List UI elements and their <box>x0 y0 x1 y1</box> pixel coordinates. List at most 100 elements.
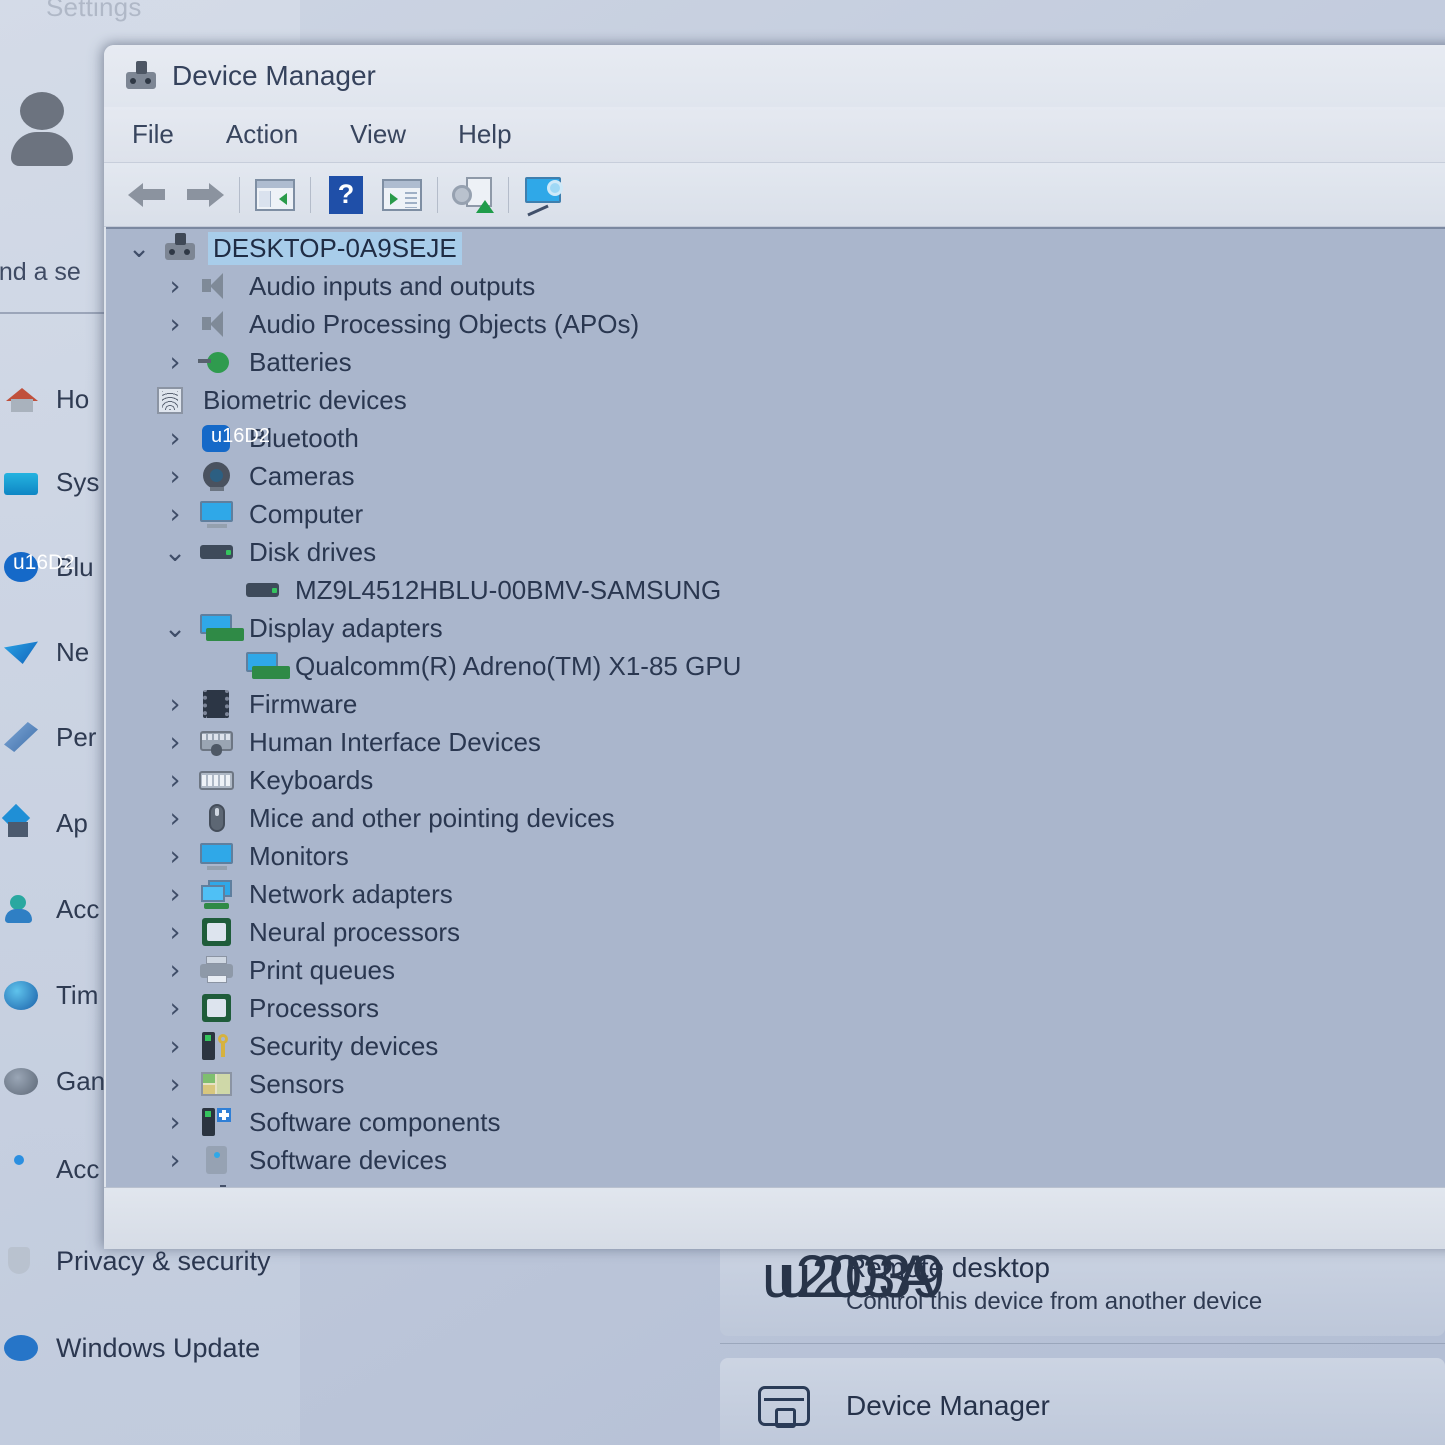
tree-item-security-devices[interactable]: › Security devices <box>106 1027 1445 1065</box>
chevron-right-icon[interactable]: › <box>152 691 198 718</box>
chevron-right-icon[interactable]: › <box>152 349 198 376</box>
chevron-right-icon[interactable]: › <box>152 995 198 1022</box>
tree-item-desktop-root[interactable]: ⌄ DESKTOP-0A9SEJE <box>106 229 1445 267</box>
tree-item-qualcomm-gpu[interactable]: Qualcomm(R) Adreno(TM) X1-85 GPU <box>106 647 1445 685</box>
tree-item-label: Biometric devices <box>203 384 407 415</box>
tree-item-audio-processing-objects[interactable]: › Audio Processing Objects (APOs) <box>106 305 1445 343</box>
device-tree-view[interactable]: ⌄ DESKTOP-0A9SEJE › Audio inputs and out… <box>106 227 1445 1187</box>
sidebar-item-label: Ap <box>56 807 88 838</box>
tree-item-neural-processors[interactable]: › Neural processors <box>106 913 1445 951</box>
tree-item-software-devices[interactable]: › Software devices <box>106 1141 1445 1179</box>
sidebar-item-label: Windows Update <box>56 1332 261 1363</box>
search-input[interactable]: Find a se <box>0 258 106 287</box>
chevron-down-icon[interactable]: ⌄ <box>116 235 162 262</box>
tree-item-label: Print queues <box>249 954 395 985</box>
tree-item-samsung-disk[interactable]: MZ9L4512HBLU-00BMV-SAMSUNG <box>106 571 1445 609</box>
speaker-icon <box>198 309 236 339</box>
properties-button[interactable] <box>374 169 430 221</box>
forward-button[interactable] <box>176 169 232 221</box>
menu-file[interactable]: File <box>126 115 180 154</box>
tree-item-computer[interactable]: › Computer <box>106 495 1445 533</box>
accounts-icon <box>4 894 38 924</box>
tree-item-monitors[interactable]: › Monitors <box>106 837 1445 875</box>
chevron-placeholder <box>198 577 244 604</box>
menu-bar: File Action View Help <box>104 107 1445 163</box>
chevron-down-icon[interactable]: ⌄ <box>152 539 198 566</box>
tree-item-batteries[interactable]: › Batteries <box>106 343 1445 381</box>
tree-item-label: Monitors <box>249 840 349 871</box>
tree-item-human-interface-devices[interactable]: › Human Interface Devices <box>106 723 1445 761</box>
chevron-right-icon[interactable]: › <box>152 1109 198 1136</box>
battery-icon <box>198 347 236 377</box>
fingerprint-icon <box>152 385 190 415</box>
chevron-right-icon[interactable]: › <box>152 767 198 794</box>
monitor-icon <box>198 841 236 871</box>
chevron-right-icon[interactable]: › <box>152 463 198 490</box>
sidebar-item-windows-update[interactable]: Windows Update <box>0 1325 420 1371</box>
chevron-right-icon[interactable]: › <box>152 805 198 832</box>
tree-item-display-adapters[interactable]: ⌄ Display adapters <box>106 609 1445 647</box>
chevron-right-icon[interactable]: › <box>152 957 198 984</box>
tree-item-biometric-devices[interactable]: › Biometric devices <box>106 381 1445 419</box>
hid-icon <box>198 727 236 757</box>
tree-item-disk-drives[interactable]: ⌄ Disk drives <box>106 533 1445 571</box>
chevron-right-icon[interactable]: › <box>152 1147 198 1174</box>
bluetooth-icon <box>198 423 270 453</box>
tree-item-mice-pointing-devices[interactable]: › Mice and other pointing devices <box>106 799 1445 837</box>
tree-item-label: Keyboards <box>249 764 374 795</box>
privacy-shield-icon <box>4 1246 38 1276</box>
chip-icon <box>198 917 236 947</box>
sidebar-item-label: Sys <box>56 466 100 497</box>
chevron-right-icon[interactable]: › <box>152 919 198 946</box>
disk-drive-icon <box>244 575 282 605</box>
tree-item-bluetooth[interactable]: › Bluetooth <box>106 419 1445 457</box>
computer-root-icon <box>162 233 200 263</box>
tree-item-cameras[interactable]: › Cameras <box>106 457 1445 495</box>
tree-item-label: Firmware <box>249 688 358 719</box>
tree-item-sensors[interactable]: › Sensors <box>106 1065 1445 1103</box>
menu-action[interactable]: Action <box>220 115 304 154</box>
gaming-icon <box>4 1067 38 1095</box>
window-titlebar[interactable]: Device Manager <box>104 45 1445 107</box>
toolbar-separator <box>239 176 240 213</box>
device-manager-card[interactable]: Device Manager <box>720 1358 1445 1445</box>
tree-item-label: Network adapters <box>249 878 453 909</box>
chevron-right-icon[interactable]: › <box>152 1071 198 1098</box>
menu-help[interactable]: Help <box>452 115 517 154</box>
tree-item-network-adapters[interactable]: › Network adapters <box>106 875 1445 913</box>
tree-item-label: Security devices <box>249 1030 439 1061</box>
tree-item-label: Computer <box>249 498 364 529</box>
chevron-right-icon[interactable]: › <box>152 729 198 756</box>
update-driver-button[interactable] <box>445 169 501 221</box>
avatar[interactable] <box>8 92 74 166</box>
window-title: Device Manager <box>172 60 376 91</box>
scan-hardware-changes-button[interactable] <box>516 169 572 221</box>
chevron-right-icon[interactable]: › <box>152 843 198 870</box>
tree-item-firmware[interactable]: › Firmware <box>106 685 1445 723</box>
update-driver-icon <box>452 176 494 213</box>
tree-item-sound-video-game-controllers[interactable]: › Sound, video and game controllers <box>106 1179 1445 1187</box>
sidebar-item-label: Ho <box>56 383 90 414</box>
time-language-icon <box>4 980 38 1010</box>
scan-monitor-icon <box>523 176 565 216</box>
chevron-right-icon[interactable]: › <box>152 501 198 528</box>
show-hide-console-tree-button[interactable] <box>247 169 303 221</box>
chevron-right-icon[interactable]: › <box>152 273 198 300</box>
chevron-right-icon[interactable]: › <box>152 881 198 908</box>
tree-item-keyboards[interactable]: › Keyboards <box>106 761 1445 799</box>
tree-item-processors[interactable]: › Processors <box>106 989 1445 1027</box>
chevron-right-icon[interactable]: › <box>152 1033 198 1060</box>
help-button[interactable]: ? <box>318 169 374 221</box>
tree-item-audio-inputs-outputs[interactable]: › Audio inputs and outputs <box>106 267 1445 305</box>
tree-item-print-queues[interactable]: › Print queues <box>106 951 1445 989</box>
chevron-right-icon[interactable]: › <box>152 425 198 452</box>
menu-view[interactable]: View <box>344 115 412 154</box>
tree-item-label: Display adapters <box>249 612 443 643</box>
chevron-down-icon[interactable]: ⌄ <box>152 615 198 642</box>
back-button[interactable] <box>120 169 176 221</box>
tree-item-software-components[interactable]: › Software components <box>106 1103 1445 1141</box>
sidebar-item-label: Ne <box>56 636 90 667</box>
tree-item-label: Audio inputs and outputs <box>249 270 536 301</box>
network-icon <box>4 641 38 664</box>
chevron-right-icon[interactable]: › <box>152 311 198 338</box>
